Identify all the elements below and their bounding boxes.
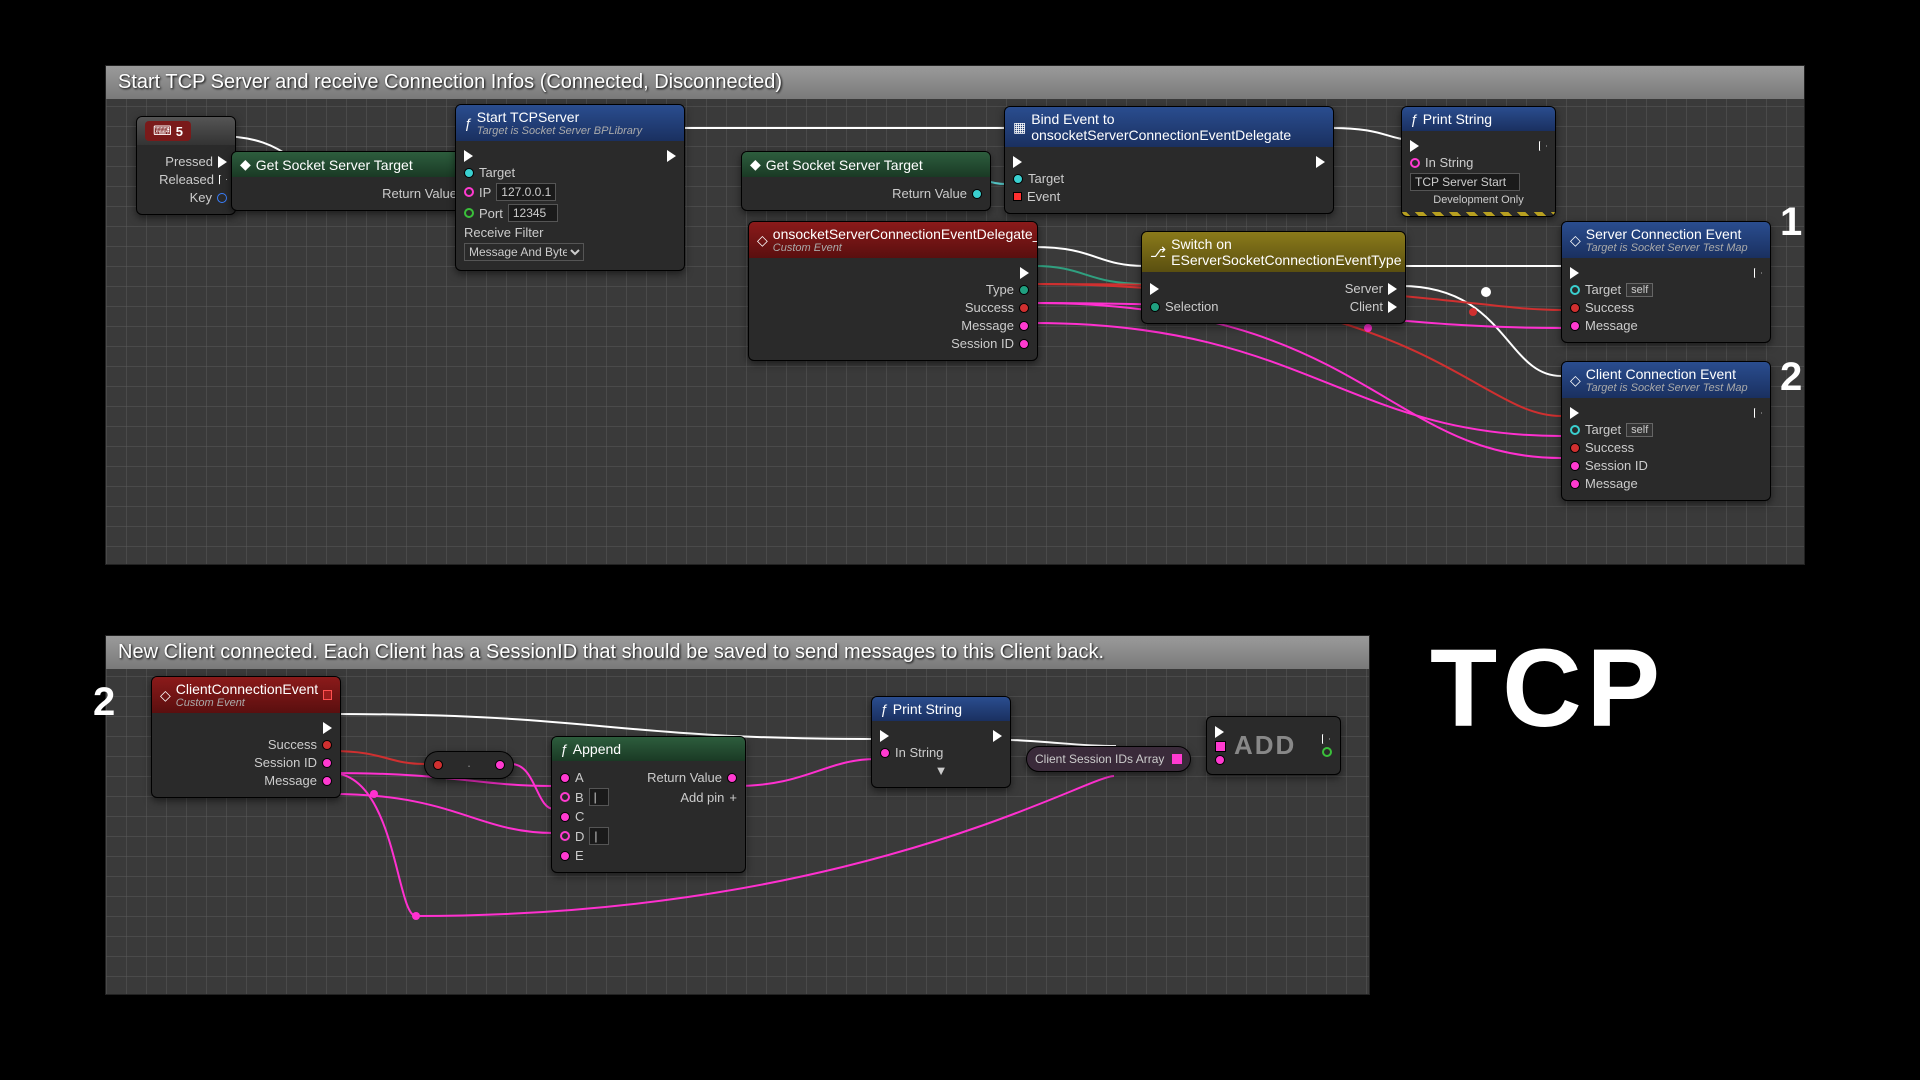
b-input[interactable] — [589, 788, 609, 806]
dev-only-label: Development Only — [1410, 194, 1547, 206]
diamond-icon: ◇ — [1570, 372, 1581, 389]
annotation-2: 2 — [1780, 355, 1802, 400]
success-pin[interactable]: Success — [965, 300, 1014, 315]
diamond-icon: ◆ — [750, 156, 761, 173]
print-string-2[interactable]: ƒPrint String In String ▼ — [871, 696, 1011, 788]
key-label: Key — [190, 190, 212, 205]
bind-event-node[interactable]: ▦Bind Event to onsocketServerConnectionE… — [1004, 106, 1334, 214]
released-label: Released — [159, 172, 214, 187]
filter-label: Receive Filter — [464, 225, 543, 240]
function-icon: ƒ — [464, 115, 472, 131]
function-icon: ƒ — [560, 741, 568, 757]
array-add-node[interactable]: ADD — [1206, 716, 1341, 775]
tcp-label: TCP — [1430, 625, 1665, 752]
annotation-2b: 2 — [93, 680, 115, 725]
converter-node[interactable]: · — [424, 751, 514, 779]
diamond-icon: ◇ — [160, 687, 171, 704]
sce-message[interactable]: Message — [1585, 318, 1638, 333]
diamond-icon: ◆ — [240, 156, 251, 173]
function-icon: ƒ — [880, 701, 888, 717]
server-connection-event[interactable]: ◇Server Connection EventTarget is Socket… — [1561, 221, 1771, 343]
session-pin[interactable]: Session ID — [951, 336, 1014, 351]
board-2[interactable]: New Client connected. Each Client has a … — [105, 635, 1370, 995]
append-node[interactable]: ƒAppend AReturn Value BAdd pin + C D E — [551, 736, 746, 873]
client-exec[interactable]: Client — [1350, 299, 1383, 314]
return-value-label: Return Value — [382, 186, 457, 201]
ip-input[interactable] — [496, 183, 556, 201]
type-pin[interactable]: Type — [986, 282, 1014, 297]
switch-node[interactable]: ⎇Switch on EServerSocketConnectionEventT… — [1141, 231, 1406, 324]
selection-pin[interactable]: Selection — [1165, 299, 1218, 314]
exec-in[interactable] — [464, 150, 473, 162]
diamond-icon: ◇ — [1570, 232, 1581, 249]
expand-icon[interactable]: ▼ — [935, 763, 948, 778]
client-connection-event-custom[interactable]: ◇ClientConnectionEventCustom Event Succe… — [151, 676, 341, 798]
board-1[interactable]: Start TCP Server and receive Connection … — [105, 65, 1805, 565]
print-string-1[interactable]: ƒPrint String In String Development Only — [1401, 106, 1556, 217]
client-connection-event[interactable]: ◇Client Connection EventTarget is Socket… — [1561, 361, 1771, 501]
board2-title: New Client connected. Each Client has a … — [106, 636, 1369, 669]
get-socket-server-target-2[interactable]: ◆Get Socket Server Target Return Value — [741, 151, 991, 211]
function-icon: ƒ — [1410, 111, 1418, 127]
array-variable[interactable]: Client Session IDs Array — [1026, 746, 1191, 772]
keyboard-event-node[interactable]: ⌨ 5 Pressed Released Key — [136, 116, 236, 215]
filter-select[interactable]: Message And Bytes — [464, 243, 584, 261]
target-pin[interactable]: Target — [479, 165, 515, 180]
start-tcpserver-node[interactable]: ƒStart TCPServerTarget is Socket Server … — [455, 104, 685, 271]
board1-title: Start TCP Server and receive Connection … — [106, 66, 1804, 99]
bind-target[interactable]: Target — [1028, 171, 1064, 186]
instring-input[interactable] — [1410, 173, 1520, 191]
port-input[interactable] — [508, 204, 558, 222]
exec-out[interactable] — [667, 150, 676, 162]
keyboard-icon: ⌨ 5 — [145, 121, 191, 141]
sce-success[interactable]: Success — [1585, 300, 1634, 315]
annotation-1: 1 — [1780, 200, 1802, 245]
add-label: ADD — [1234, 730, 1296, 761]
bind-event[interactable]: Event — [1027, 189, 1060, 204]
switch-icon: ⎇ — [1150, 244, 1166, 261]
server-exec[interactable]: Server — [1345, 281, 1383, 296]
d-input[interactable] — [589, 827, 609, 845]
get-socket-server-target-1[interactable]: ◆Get Socket Server Target Return Value — [231, 151, 481, 211]
message-pin[interactable]: Message — [961, 318, 1014, 333]
pressed-label: Pressed — [165, 154, 213, 169]
bind-icon: ▦ — [1013, 119, 1026, 136]
custom-event-node[interactable]: ◇onsocketServerConnectionEventDelegate_E… — [748, 221, 1038, 361]
diamond-icon: ◇ — [757, 232, 768, 249]
add-pin[interactable]: Add pin — [680, 790, 724, 805]
